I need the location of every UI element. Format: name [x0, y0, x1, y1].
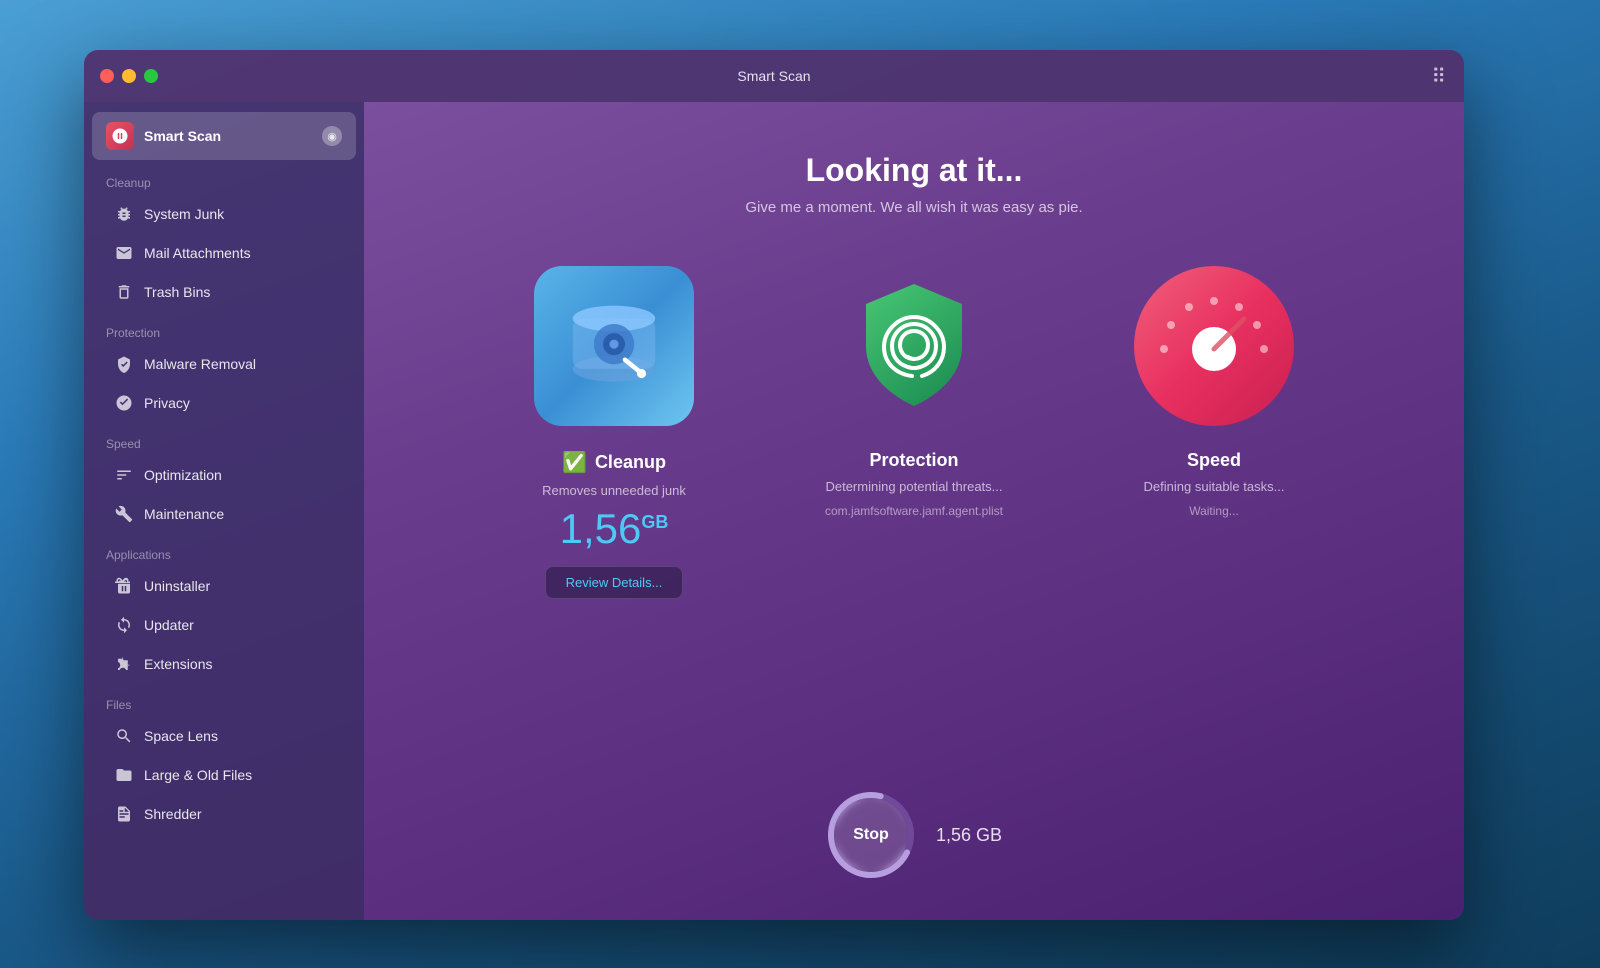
- shredder-icon: [114, 804, 134, 824]
- sidebar-item-malware-removal[interactable]: Malware Removal: [92, 345, 356, 383]
- sidebar-item-uninstaller[interactable]: Uninstaller: [92, 567, 356, 605]
- stop-button[interactable]: Stop: [834, 798, 908, 872]
- smart-scan-icon: [106, 122, 134, 150]
- protection-sub: com.jamfsoftware.jamf.agent.plist: [825, 504, 1003, 518]
- review-details-button[interactable]: Review Details...: [545, 566, 684, 599]
- minimize-button[interactable]: [122, 69, 136, 83]
- sidebar-item-optimization[interactable]: Optimization: [92, 456, 356, 494]
- maintenance-icon: [114, 504, 134, 524]
- cleanup-description: Removes unneeded junk: [542, 483, 686, 498]
- uninstaller-icon: [114, 576, 134, 596]
- sidebar-item-privacy[interactable]: Privacy: [92, 384, 356, 422]
- extensions-label: Extensions: [144, 656, 212, 672]
- window-title: Smart Scan: [737, 68, 810, 84]
- cleanup-card: ✅ Cleanup Removes unneeded junk 1,56GB R…: [484, 266, 744, 599]
- system-junk-label: System Junk: [144, 206, 224, 222]
- stop-button-wrap: Stop: [826, 790, 916, 880]
- sidebar-item-space-lens[interactable]: Space Lens: [92, 717, 356, 755]
- shredder-label: Shredder: [144, 806, 202, 822]
- speed-icon-wrap: [1134, 266, 1294, 426]
- traffic-lights: [100, 69, 158, 83]
- stop-size-label: 1,56 GB: [936, 825, 1002, 846]
- extensions-icon: [114, 654, 134, 674]
- updater-icon: [114, 615, 134, 635]
- malware-removal-icon: [114, 354, 134, 374]
- app-window: Smart Scan ⠿ Smart Scan ◉ Cleanup: [84, 50, 1464, 920]
- protection-section-label: Protection: [84, 312, 364, 344]
- speed-card: Speed Defining suitable tasks... Waiting…: [1084, 266, 1344, 599]
- content-subtitle: Give me a moment. We all wish it was eas…: [745, 199, 1082, 216]
- uninstaller-label: Uninstaller: [144, 578, 210, 594]
- protection-title: Protection: [869, 450, 958, 471]
- sidebar: Smart Scan ◉ Cleanup System Junk: [84, 102, 364, 920]
- titlebar: Smart Scan ⠿: [84, 50, 1464, 102]
- cleanup-disk-icon: [559, 291, 669, 401]
- cards-row: ✅ Cleanup Removes unneeded junk 1,56GB R…: [464, 266, 1364, 599]
- sidebar-item-trash-bins[interactable]: Trash Bins: [92, 273, 356, 311]
- large-old-files-icon: [114, 765, 134, 785]
- smart-scan-badge: ◉: [322, 126, 342, 146]
- smart-scan-label: Smart Scan: [144, 128, 312, 144]
- mail-attachments-icon: [114, 243, 134, 263]
- cleanup-title: ✅ Cleanup: [562, 450, 666, 475]
- protection-card: Protection Determining potential threats…: [784, 266, 1044, 599]
- mail-attachments-label: Mail Attachments: [144, 245, 251, 261]
- cleanup-icon-wrap: [534, 266, 694, 426]
- maximize-button[interactable]: [144, 69, 158, 83]
- speed-gauge-icon: [1149, 281, 1279, 411]
- sidebar-item-large-old-files[interactable]: Large & Old Files: [92, 756, 356, 794]
- privacy-label: Privacy: [144, 395, 190, 411]
- protection-description: Determining potential threats...: [825, 479, 1002, 494]
- more-options-button[interactable]: ⠿: [1431, 64, 1448, 89]
- speed-section-label: Speed: [84, 423, 364, 455]
- system-junk-icon: [114, 204, 134, 224]
- speed-sub: Waiting...: [1189, 504, 1239, 518]
- bottom-area: Stop 1,56 GB: [826, 790, 1002, 880]
- main-layout: Smart Scan ◉ Cleanup System Junk: [84, 102, 1464, 920]
- updater-label: Updater: [144, 617, 194, 633]
- trash-bins-label: Trash Bins: [144, 284, 210, 300]
- content-area: Looking at it... Give me a moment. We al…: [364, 102, 1464, 920]
- privacy-icon: [114, 393, 134, 413]
- space-lens-label: Space Lens: [144, 728, 218, 744]
- sidebar-item-updater[interactable]: Updater: [92, 606, 356, 644]
- cleanup-checkmark: ✅: [562, 450, 587, 475]
- sidebar-item-extensions[interactable]: Extensions: [92, 645, 356, 683]
- sidebar-item-smart-scan[interactable]: Smart Scan ◉: [92, 112, 356, 160]
- maintenance-label: Maintenance: [144, 506, 224, 522]
- cleanup-size: 1,56GB: [560, 508, 669, 550]
- space-lens-icon: [114, 726, 134, 746]
- cleanup-section-label: Cleanup: [84, 162, 364, 194]
- sidebar-item-shredder[interactable]: Shredder: [92, 795, 356, 833]
- content-title: Looking at it...: [806, 152, 1023, 189]
- sidebar-item-system-junk[interactable]: System Junk: [92, 195, 356, 233]
- protection-icon-wrap: [834, 266, 994, 426]
- sidebar-item-maintenance[interactable]: Maintenance: [92, 495, 356, 533]
- close-button[interactable]: [100, 69, 114, 83]
- speed-description: Defining suitable tasks...: [1144, 479, 1285, 494]
- optimization-icon: [114, 465, 134, 485]
- malware-removal-label: Malware Removal: [144, 356, 256, 372]
- sidebar-item-mail-attachments[interactable]: Mail Attachments: [92, 234, 356, 272]
- trash-bins-icon: [114, 282, 134, 302]
- applications-section-label: Applications: [84, 534, 364, 566]
- optimization-label: Optimization: [144, 467, 222, 483]
- protection-shield-icon: [844, 276, 984, 416]
- files-section-label: Files: [84, 684, 364, 716]
- large-old-files-label: Large & Old Files: [144, 767, 252, 783]
- speed-title: Speed: [1187, 450, 1241, 471]
